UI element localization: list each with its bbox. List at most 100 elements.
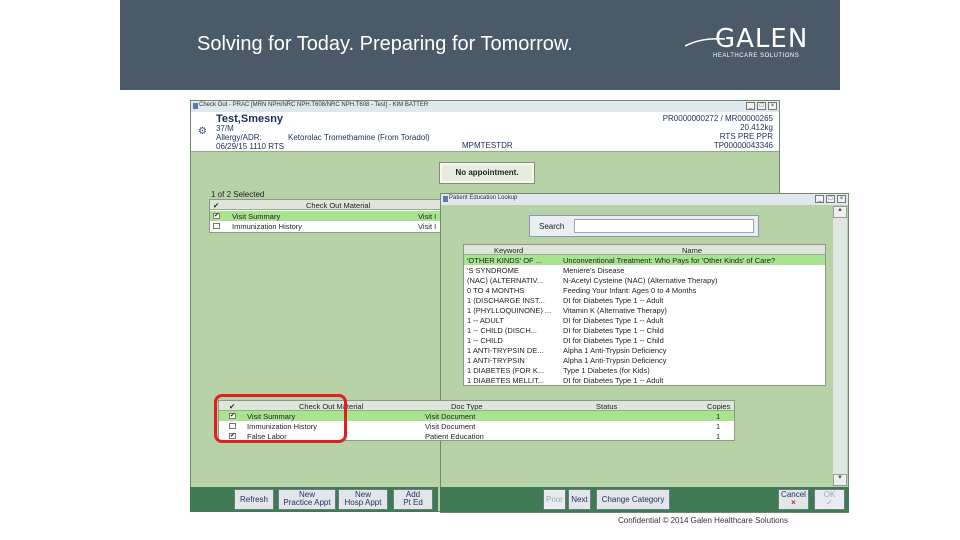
table-row[interactable]: 1 DIABETES (FOR K... Type 1 Diabetes (for… bbox=[464, 365, 825, 375]
patient-settings-icon[interactable]: ⚙ bbox=[198, 126, 207, 137]
name-cell: Alpha 1 Anti-Trypsin Deficiency bbox=[563, 356, 667, 365]
doctype-column-header: Doc Type bbox=[451, 402, 483, 411]
name-cell: DI for Diabetes Type 1 -- Child bbox=[563, 336, 664, 345]
next-button[interactable]: Next bbox=[568, 489, 591, 510]
button-line: Pt Ed bbox=[403, 498, 423, 507]
table-row[interactable]: (NAC) (ALTERNATIV... N-Acetyl Cysteine (N… bbox=[464, 275, 825, 285]
keyword-cell: 1 -- CHILD bbox=[467, 336, 503, 345]
patient-header: Test,Smesny ⚙ 37/M Allergy/ADR: Ketorola… bbox=[191, 112, 779, 152]
table-row[interactable]: Immunization History Visit I bbox=[210, 221, 448, 231]
new-practice-appt-button[interactable]: New Practice Appt bbox=[278, 489, 336, 510]
name-cell: Type 1 Diabetes (for Kids) bbox=[563, 366, 650, 375]
button-line: Hosp Appt bbox=[344, 498, 382, 507]
prior-button[interactable]: Prior bbox=[543, 489, 566, 510]
app-icon bbox=[193, 103, 198, 109]
close-button[interactable]: × bbox=[768, 102, 777, 110]
row-checkbox[interactable]: ✔ bbox=[213, 213, 220, 219]
table-row[interactable]: 1 ANTI-TRYPSIN Alpha 1 Anti-Trypsin Defic… bbox=[464, 355, 825, 365]
logo-name: GALEN bbox=[715, 24, 809, 54]
education-grid: Keyword Name 'OTHER KINDS' OF ... Unconve… bbox=[463, 244, 826, 386]
grid-header: ✔ Check Out Material bbox=[210, 200, 448, 210]
refresh-button[interactable]: Refresh bbox=[234, 489, 274, 510]
maximize-button[interactable]: □ bbox=[826, 195, 835, 203]
keyword-cell: 1 -- CHILD (DISCH... bbox=[467, 326, 538, 335]
table-row[interactable]: 1 -- ADULT DI for Diabetes Type 1 -- Adul… bbox=[464, 315, 825, 325]
checkout-window-title: Check Out - PRAC [MRN NPH/NRC NPH.T608/N… bbox=[199, 102, 429, 108]
table-row[interactable]: 1 ANTI-TRYPSIN DE... Alpha 1 Anti-Trypsin… bbox=[464, 345, 825, 355]
vertical-scrollbar[interactable] bbox=[833, 206, 847, 486]
patient-education-window: Patient Education Lookup _ □ × Search Ke… bbox=[440, 193, 849, 513]
maximize-button[interactable]: □ bbox=[757, 102, 766, 110]
name-cell: DI for Diabetes Type 1 -- Adult bbox=[563, 376, 664, 385]
checkout-titlebar: Check Out - PRAC [MRN NPH/NRC NPH.T608/N… bbox=[191, 101, 779, 112]
name-cell: Alpha 1 Anti-Trypsin Deficiency bbox=[563, 346, 667, 355]
doc-copies: 1 bbox=[716, 412, 721, 421]
add-pt-ed-button[interactable]: Add Pt Ed bbox=[393, 489, 433, 510]
name-cell: Vitamin K (Alternative Therapy) bbox=[563, 306, 667, 315]
ok-check-icon: ✓ bbox=[826, 498, 833, 507]
cancel-button[interactable]: Cancel × bbox=[778, 489, 809, 510]
visit-datetime: 06/29/15 1110 RTS bbox=[216, 142, 285, 151]
close-button[interactable]: × bbox=[837, 195, 846, 203]
confidential-footer: Confidential © 2014 Galen Healthcare Sol… bbox=[618, 516, 788, 525]
doc-copies: 1 bbox=[716, 422, 721, 431]
patient-weight: 20.412kg bbox=[740, 123, 773, 132]
change-category-button[interactable]: Change Category bbox=[596, 489, 670, 510]
patient-account: TP00000043346 bbox=[713, 141, 773, 150]
material-extra: Visit I bbox=[418, 212, 437, 221]
checkout-footer: Refresh New Practice Appt New Hosp Appt … bbox=[190, 487, 438, 512]
allergy-value: Ketorolac Tromethamine (From Toradol) bbox=[288, 133, 430, 142]
table-row[interactable]: 1 (PHYLLOQUINONE) ... Vitamin K (Alternat… bbox=[464, 305, 825, 315]
provider-code: MPMTESTDR bbox=[462, 141, 513, 150]
slide-tagline: Solving for Today. Preparing for Tomorro… bbox=[197, 33, 573, 55]
education-footer: Prior Next Change Category Cancel × OK ✓ bbox=[440, 487, 849, 512]
patient-age-sex: 37/M bbox=[216, 124, 234, 133]
name-cell: DI for Diabetes Type 1 -- Adult bbox=[563, 316, 664, 325]
search-label: Search bbox=[539, 222, 565, 231]
status-column-header: Status bbox=[596, 402, 618, 411]
grid-header: Keyword Name bbox=[464, 245, 825, 255]
table-row[interactable]: 'OTHER KINDS' OF ... Unconventional Treat… bbox=[464, 255, 825, 265]
selected-count: 1 of 2 Selected bbox=[211, 190, 265, 199]
table-row[interactable]: 'S SYNDROME Meniere's Disease bbox=[464, 265, 825, 275]
no-appointment-button[interactable]: No appointment. bbox=[439, 162, 535, 184]
cancel-x-icon: × bbox=[791, 498, 796, 507]
patient-ids: PR0000000272 / MR00000265 bbox=[662, 114, 773, 123]
keyword-cell: 'OTHER KINDS' OF ... bbox=[467, 256, 542, 265]
table-row[interactable]: ✔ Visit Summary Visit I bbox=[210, 211, 448, 221]
name-cell: Feeding Your Infant: Ages 0 to 4 Months bbox=[563, 286, 697, 295]
doc-copies: 1 bbox=[716, 432, 721, 441]
material-extra: Visit I bbox=[418, 222, 437, 231]
scroll-up-button[interactable]: ▲ bbox=[833, 206, 847, 218]
table-row[interactable]: 1 DIABETES MELLIT... DI for Diabetes Type… bbox=[464, 375, 825, 385]
copies-column-header: Copies bbox=[707, 402, 731, 411]
education-titlebar: Patient Education Lookup _ □ × bbox=[441, 194, 848, 205]
minimize-button[interactable]: _ bbox=[746, 102, 755, 110]
row-checkbox[interactable] bbox=[213, 223, 220, 229]
logo-subtitle: HEALTHCARE SOLUTIONS bbox=[713, 53, 800, 59]
keyword-cell: 1 DIABETES MELLIT... bbox=[467, 376, 545, 385]
name-cell: DI for Diabetes Type 1 -- Child bbox=[563, 326, 664, 335]
table-row[interactable]: 1 (DISCHARGE INST... DI for Diabetes Type… bbox=[464, 295, 825, 305]
keyword-cell: 1 (DISCHARGE INST... bbox=[467, 296, 545, 305]
name-cell: Meniere's Disease bbox=[563, 266, 625, 275]
doc-type: Visit Document bbox=[425, 412, 476, 421]
scroll-down-button[interactable]: ▼ bbox=[833, 474, 847, 486]
app-icon bbox=[443, 196, 448, 202]
new-hosp-appt-button[interactable]: New Hosp Appt bbox=[338, 489, 388, 510]
slide-banner: Solving for Today. Preparing for Tomorro… bbox=[120, 0, 840, 90]
name-cell: DI for Diabetes Type 1 -- Adult bbox=[563, 296, 664, 305]
keyword-cell: (NAC) (ALTERNATIV... bbox=[467, 276, 544, 285]
minimize-button[interactable]: _ bbox=[815, 195, 824, 203]
table-row[interactable]: 0 TO 4 MONTHS Feeding Your Infant: Ages 0… bbox=[464, 285, 825, 295]
ok-button[interactable]: OK ✓ bbox=[814, 489, 845, 510]
highlight-callout bbox=[214, 394, 347, 443]
search-input[interactable] bbox=[574, 219, 754, 233]
name-cell: Unconventional Treatment: Who Pays for '… bbox=[563, 256, 776, 265]
material-name: Immunization History bbox=[232, 222, 303, 231]
name-column-header: Name bbox=[682, 246, 703, 255]
table-row[interactable]: 1 -- CHILD (DISCH... DI for Diabetes Type… bbox=[464, 325, 825, 335]
table-row[interactable]: 1 -- CHILD DI for Diabetes Type 1 -- Chil… bbox=[464, 335, 825, 345]
patient-type: RTS PRE PPR bbox=[719, 132, 773, 141]
name-cell: N-Acetyl Cysteine (NAC) (Alternative The… bbox=[563, 276, 718, 285]
